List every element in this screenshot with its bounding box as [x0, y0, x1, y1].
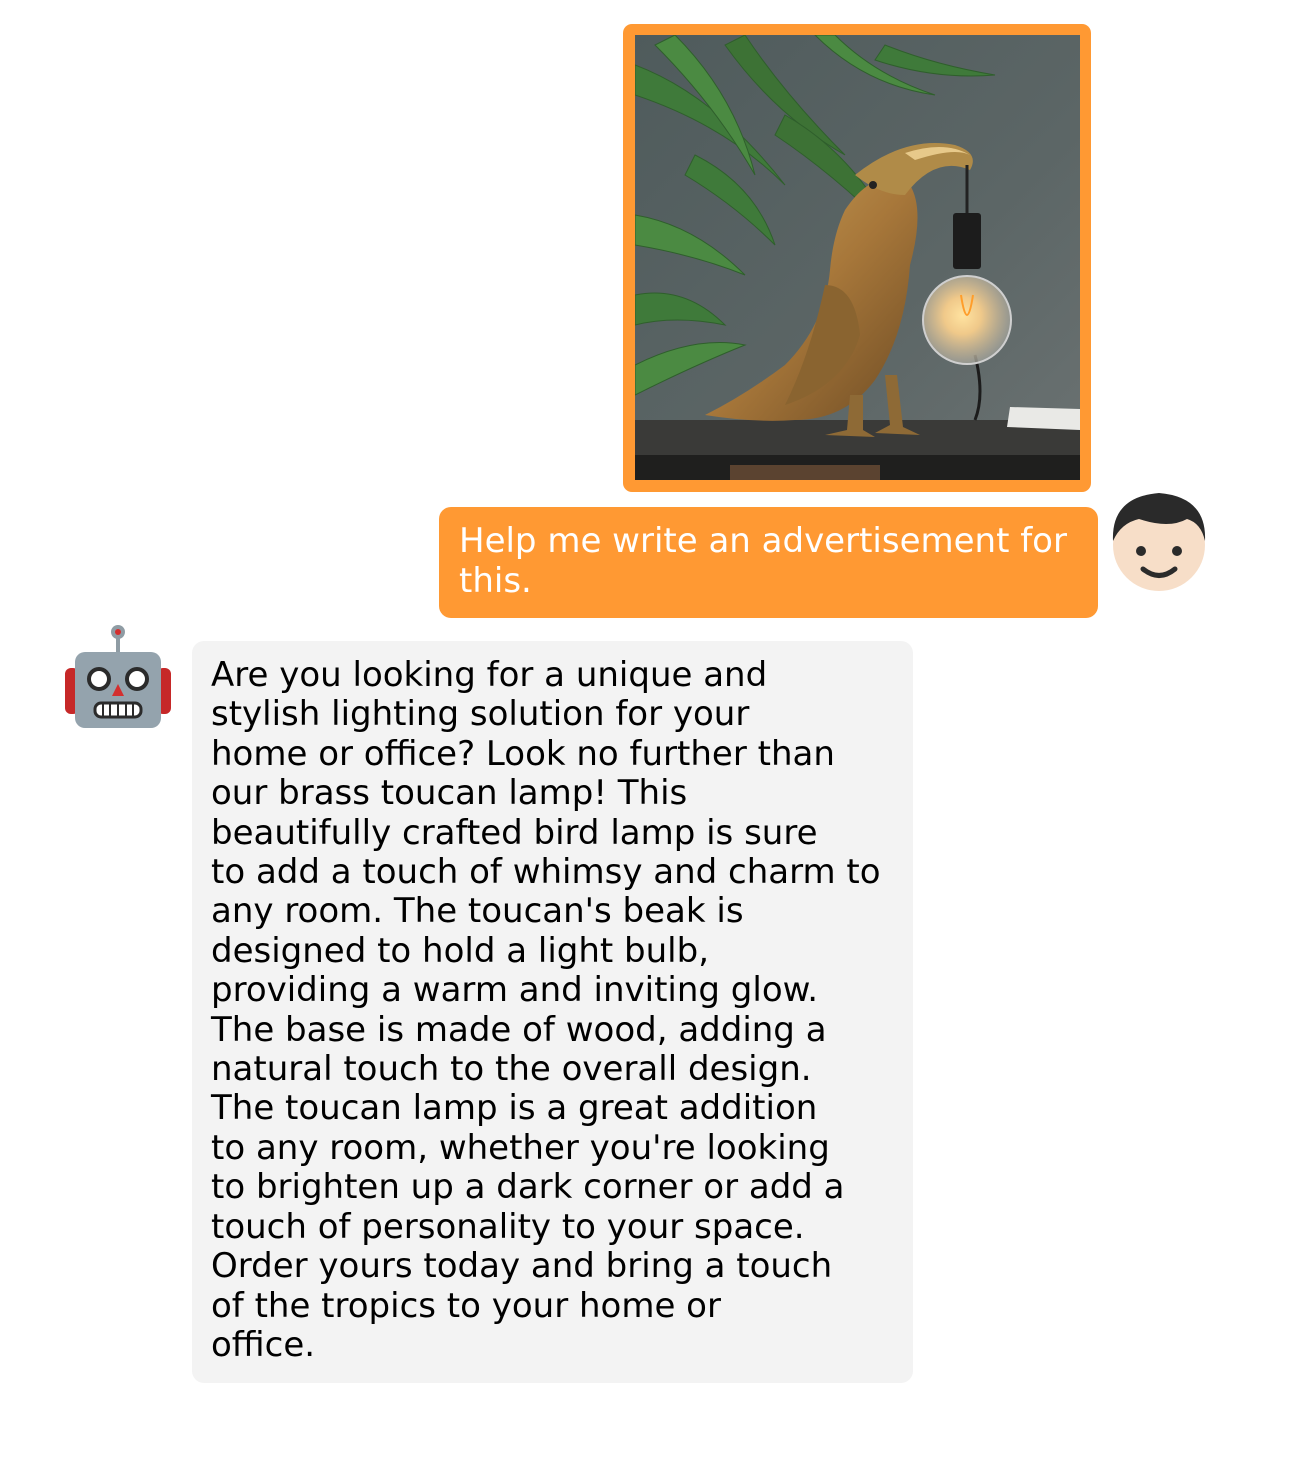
assistant-message-text: Are you looking for a unique and stylish…	[211, 655, 881, 1365]
user-image-message[interactable]	[623, 24, 1091, 492]
toucan-lamp-photo	[635, 35, 1080, 480]
boy-face-icon	[1112, 493, 1206, 591]
assistant-avatar	[65, 624, 171, 730]
user-avatar	[1109, 489, 1209, 594]
user-message-bubble: Help me write an advertisement for this.	[439, 507, 1098, 618]
user-message-text: Help me write an advertisement for this.	[459, 521, 1067, 601]
robot-face-icon	[65, 625, 171, 728]
assistant-message-bubble: Are you looking for a unique and stylish…	[192, 641, 913, 1383]
